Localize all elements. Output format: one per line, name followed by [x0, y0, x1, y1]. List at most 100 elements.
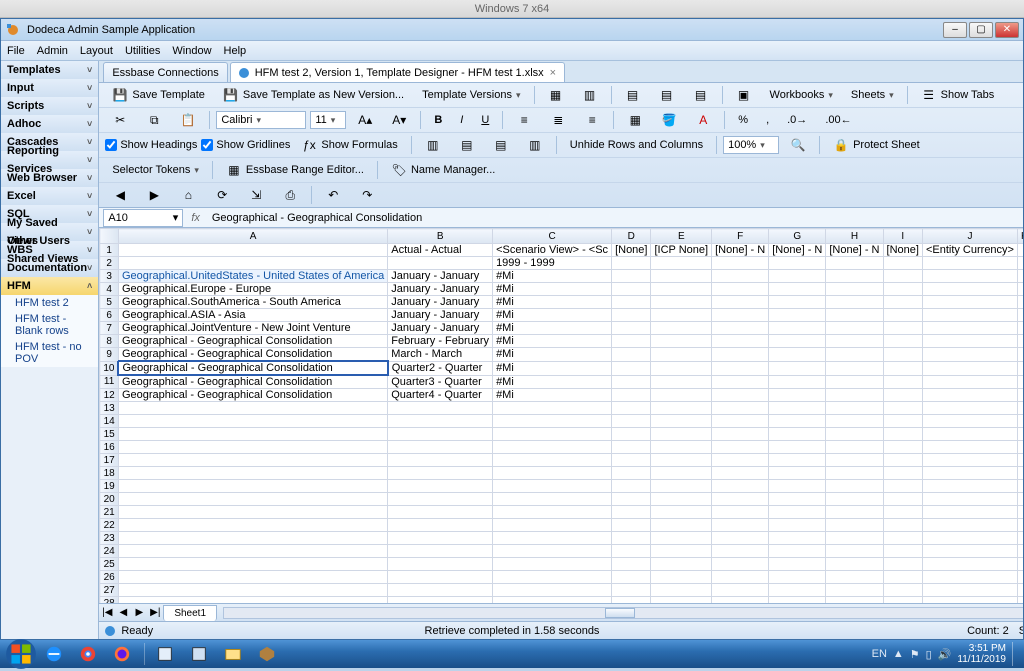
cell[interactable] [883, 519, 922, 532]
sidebar-group-scripts[interactable]: Scripts˅ [1, 97, 98, 115]
cell[interactable] [493, 480, 612, 493]
cell[interactable] [118, 506, 387, 519]
cell[interactable] [712, 270, 769, 283]
row-header[interactable]: 5 [100, 296, 119, 309]
cell[interactable] [388, 571, 493, 584]
taskbar-firefox[interactable] [106, 642, 138, 666]
cell[interactable] [826, 415, 883, 428]
cell[interactable] [826, 348, 883, 362]
cell[interactable] [826, 402, 883, 415]
cell[interactable] [922, 558, 1017, 571]
cell[interactable] [651, 532, 712, 545]
cell[interactable] [883, 454, 922, 467]
cell[interactable] [922, 296, 1017, 309]
cell[interactable] [769, 454, 826, 467]
cell[interactable] [769, 415, 826, 428]
cell[interactable]: <Scenario View> - <Sc [493, 244, 612, 257]
cell[interactable]: [None] [883, 244, 922, 257]
cell[interactable] [712, 257, 769, 270]
cell[interactable] [651, 519, 712, 532]
cell[interactable] [883, 283, 922, 296]
cell[interactable] [769, 480, 826, 493]
taskbar-ie[interactable] [38, 642, 70, 666]
cell[interactable] [712, 493, 769, 506]
toolbar-icon-5[interactable]: ▤ [686, 85, 716, 105]
zoom-to-selection-button[interactable]: 🔍 [783, 135, 813, 155]
cell[interactable] [612, 480, 651, 493]
cell[interactable] [493, 545, 612, 558]
sheet-nav-next[interactable]: ▶ [131, 607, 147, 618]
cell[interactable] [826, 428, 883, 441]
cell[interactable] [612, 348, 651, 362]
cell[interactable] [1017, 309, 1023, 322]
cell[interactable] [712, 389, 769, 402]
cell[interactable] [883, 441, 922, 454]
cell[interactable] [922, 571, 1017, 584]
cell[interactable] [612, 558, 651, 571]
cell[interactable] [922, 402, 1017, 415]
cell[interactable] [1017, 558, 1023, 571]
cell[interactable] [826, 322, 883, 335]
cell[interactable] [612, 441, 651, 454]
cell[interactable] [612, 519, 651, 532]
save-template-new-version-button[interactable]: 💾Save Template as New Version... [216, 85, 411, 105]
cell[interactable] [712, 335, 769, 348]
cell[interactable]: Geographical - Geographical Consolidatio… [118, 375, 387, 389]
cell[interactable] [1017, 270, 1023, 283]
underline-button[interactable]: U [474, 110, 496, 130]
column-header-J[interactable]: J [922, 229, 1017, 244]
cell[interactable] [651, 558, 712, 571]
cell[interactable] [712, 296, 769, 309]
cell[interactable]: Geographical.SouthAmerica - South Americ… [118, 296, 387, 309]
cell[interactable]: #Mi [493, 375, 612, 389]
cell[interactable] [922, 493, 1017, 506]
cell[interactable] [826, 309, 883, 322]
column-header-K[interactable]: K [1017, 229, 1023, 244]
tray-volume-icon[interactable]: 🔊 [938, 648, 952, 661]
cell[interactable] [769, 335, 826, 348]
row-header[interactable]: 7 [100, 322, 119, 335]
cell[interactable] [883, 584, 922, 597]
cell[interactable] [712, 402, 769, 415]
font-size-combo[interactable]: 11▾ [310, 111, 346, 129]
cell[interactable] [388, 454, 493, 467]
sidebar-group-input[interactable]: Input˅ [1, 79, 98, 97]
cell[interactable] [712, 428, 769, 441]
row-header[interactable]: 19 [100, 480, 119, 493]
cell[interactable] [826, 558, 883, 571]
percent-button[interactable]: % [731, 110, 755, 130]
cell[interactable] [1017, 467, 1023, 480]
cell[interactable] [883, 348, 922, 362]
cell[interactable] [769, 348, 826, 362]
cell[interactable] [651, 389, 712, 402]
cell[interactable] [883, 415, 922, 428]
cell[interactable] [651, 322, 712, 335]
tray-up-icon[interactable]: ▲ [893, 648, 904, 660]
menu-utilities[interactable]: Utilities [125, 45, 160, 57]
cell[interactable]: Geographical - Geographical Consolidatio… [118, 361, 387, 375]
show-tabs-button[interactable]: ☰Show Tabs [914, 85, 1002, 105]
column-header-B[interactable]: B [388, 229, 493, 244]
cell[interactable] [769, 309, 826, 322]
cell[interactable]: #Mi [493, 335, 612, 348]
spreadsheet-grid[interactable]: ABCDEFGHIJKLM 1Actual - Actual<Scenario … [99, 228, 1023, 603]
cell[interactable] [118, 584, 387, 597]
menu-help[interactable]: Help [224, 45, 247, 57]
cell[interactable] [883, 493, 922, 506]
menu-file[interactable]: File [7, 45, 25, 57]
cell[interactable] [922, 545, 1017, 558]
cell[interactable]: #Mi [493, 283, 612, 296]
tray-clock[interactable]: 3:51 PM 11/11/2019 [957, 643, 1006, 665]
cell[interactable]: January - January [388, 270, 493, 283]
inc-decimal-button[interactable]: .0→ [780, 110, 814, 130]
cell[interactable] [826, 519, 883, 532]
cell[interactable] [388, 506, 493, 519]
cell[interactable]: <Entity Currency> [922, 244, 1017, 257]
cell[interactable] [769, 375, 826, 389]
sidebar-item-hfm-no-pov[interactable]: HFM test - no POV [1, 339, 98, 367]
unhide-button[interactable]: Unhide Rows and Columns [563, 135, 710, 155]
cell[interactable]: [None] - N [826, 244, 883, 257]
row-header[interactable]: 23 [100, 532, 119, 545]
nav-home-button[interactable]: ⌂ [173, 185, 203, 205]
cell[interactable] [388, 532, 493, 545]
